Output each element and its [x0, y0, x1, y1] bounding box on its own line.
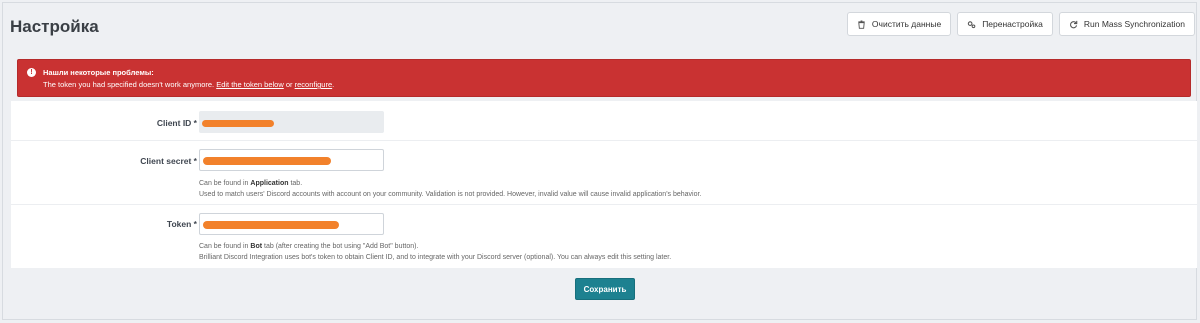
reconfigure-button[interactable]: Перенастройка	[957, 12, 1053, 36]
client-secret-row: Client secret * Can be found in Applicat…	[11, 141, 1197, 205]
token-help-line1: Can be found in Bot tab (after creating …	[199, 243, 419, 250]
token-input[interactable]	[199, 213, 384, 235]
error-alert: ! Нашли некоторые проблемы: The token yo…	[17, 59, 1191, 97]
clear-data-label: Очистить данные	[871, 19, 942, 29]
gears-icon	[967, 20, 976, 29]
client-id-row: Client ID *	[11, 101, 1197, 141]
page-title: Настройка	[10, 17, 99, 36]
client-id-input[interactable]	[199, 111, 384, 133]
client-secret-input[interactable]	[199, 149, 384, 171]
token-help-line2: Brilliant Discord Integration uses bot's…	[199, 254, 672, 261]
token-row: Token * Can be found in Bot tab (after c…	[11, 205, 1197, 268]
alert-or-text: or	[285, 80, 293, 89]
token-label: Token *	[166, 219, 197, 229]
alert-suffix: .	[332, 80, 335, 89]
run-mass-sync-button[interactable]: Run Mass Synchronization	[1058, 12, 1195, 36]
exclamation-icon: !	[27, 68, 36, 77]
client-secret-label: Client secret *	[140, 156, 197, 166]
toolbar: Очистить данные Перенастройка Run Mass S…	[846, 12, 1195, 36]
clear-data-button[interactable]: Очистить данные	[846, 12, 952, 36]
client-secret-help-line1: Can be found in Application tab.	[199, 180, 303, 187]
redaction-mark	[203, 157, 331, 165]
alert-title: Нашли некоторые проблемы:	[43, 68, 154, 77]
token-help: Can be found in Bot tab (after creating …	[199, 241, 671, 263]
run-mass-sync-label: Run Mass Synchronization	[1083, 19, 1185, 29]
reconfigure-link[interactable]: reconfigure	[295, 80, 333, 89]
redaction-mark	[203, 221, 339, 229]
client-secret-help: Can be found in Application tab. Used to…	[199, 178, 701, 200]
refresh-icon	[1069, 20, 1078, 29]
redaction-mark	[202, 120, 274, 127]
client-secret-help-line2: Used to match users' Discord accounts wi…	[199, 191, 702, 198]
trash-icon	[857, 19, 866, 29]
save-button[interactable]: Сохранить	[575, 278, 635, 300]
alert-body-text: The token you had specified doesn't work…	[43, 80, 215, 89]
settings-form: Client ID * Client secret * Can be found…	[11, 101, 1197, 268]
reconfigure-label: Перенастройка	[982, 19, 1043, 29]
client-id-label: Client ID *	[156, 118, 197, 128]
edit-token-link[interactable]: Edit the token below	[216, 80, 284, 89]
alert-body: The token you had specified doesn't work…	[43, 80, 334, 89]
